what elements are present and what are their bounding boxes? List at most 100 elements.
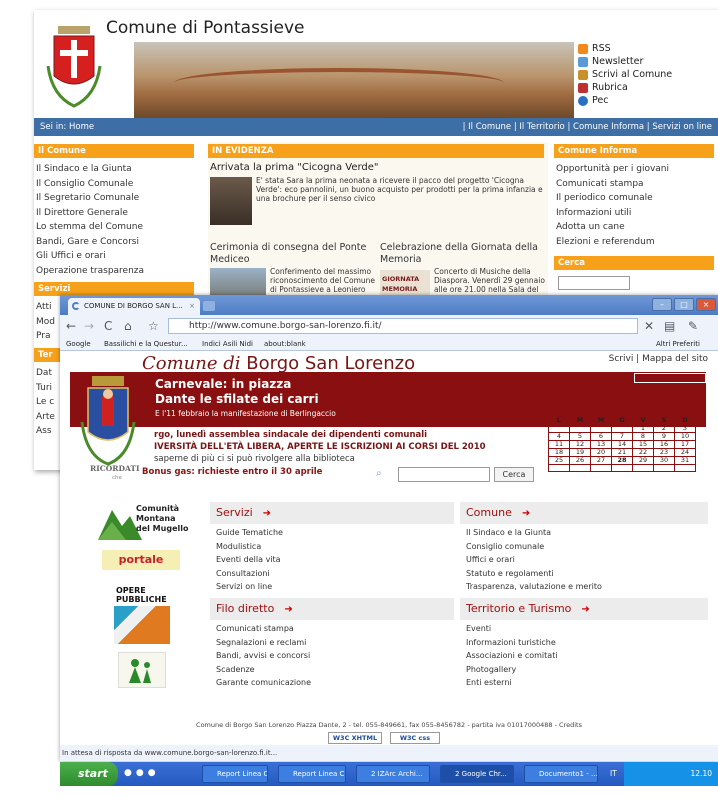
list-item[interactable]: Il Direttore Generale bbox=[36, 206, 196, 221]
list-item[interactable]: Il Segretario Comunale bbox=[36, 191, 196, 206]
maximize-button[interactable]: □ bbox=[674, 298, 694, 311]
reload-icon[interactable]: C bbox=[104, 318, 112, 334]
list-item[interactable]: Statuto e regolamenti bbox=[466, 567, 602, 581]
servizi-heading: Servizi bbox=[34, 282, 194, 296]
list-item[interactable]: Informazioni turistiche bbox=[466, 636, 558, 650]
list-item[interactable]: Guide Tematiche bbox=[216, 526, 283, 540]
new-tab-button[interactable] bbox=[203, 301, 215, 311]
list-item[interactable]: Le c bbox=[36, 395, 60, 410]
taskbar-button[interactable]: Report Linea C... bbox=[278, 765, 346, 783]
close-tab-icon[interactable]: × bbox=[189, 298, 195, 315]
people-logo[interactable] bbox=[118, 652, 166, 688]
list-item[interactable]: Gli Uffici e orari bbox=[36, 249, 196, 264]
list-item[interactable]: Associazioni e comitati bbox=[466, 649, 558, 663]
star-icon[interactable]: ☆ bbox=[148, 318, 159, 334]
list-item[interactable]: Arte bbox=[36, 410, 60, 425]
list-item[interactable]: Servizi on line bbox=[216, 580, 283, 594]
page-menu-icon[interactable]: ▤ bbox=[664, 318, 675, 334]
list-item[interactable]: Bandi, Gare e Concorsi bbox=[36, 235, 196, 250]
top-links[interactable]: Scrivi | Mappa del sito bbox=[609, 354, 708, 364]
taskbar-button[interactable]: Documento1 - ... bbox=[524, 765, 598, 783]
wrench-icon[interactable]: ✎ bbox=[688, 318, 698, 334]
search-input[interactable] bbox=[398, 467, 490, 482]
cerca-input[interactable] bbox=[558, 276, 630, 290]
back-icon[interactable]: ← bbox=[66, 318, 76, 334]
rss-link[interactable]: RSS bbox=[578, 42, 718, 55]
bonus-gas-news[interactable]: Bonus gas: richieste entro il 30 aprile bbox=[142, 467, 322, 477]
firefox-icon[interactable]: ● bbox=[136, 768, 148, 778]
news-line[interactable]: rgo, lunedì assemblea sindacale dei dipe… bbox=[154, 430, 427, 440]
list-item[interactable]: Enti esterni bbox=[466, 676, 558, 690]
news-title[interactable]: Arrivata la prima "Cicogna Verde" bbox=[210, 162, 379, 173]
opere-pubbliche-logo[interactable]: OPERE PUBBLICHE bbox=[114, 584, 170, 644]
newsletter-link[interactable]: Newsletter bbox=[578, 55, 718, 68]
news-title[interactable]: Celebrazione della Giornata della Memori… bbox=[380, 242, 548, 266]
filo-diretto-section-header[interactable]: Filo diretto ➜ bbox=[210, 598, 454, 620]
list-item[interactable]: Trasparenza, valutazione e merito bbox=[466, 580, 602, 594]
news-text: Conferimento del massimo riconoscimento … bbox=[270, 267, 376, 294]
territorio-section-header[interactable]: Territorio e Turismo ➜ bbox=[460, 598, 708, 620]
forward-icon[interactable]: → bbox=[84, 318, 94, 334]
top-nav[interactable]: | Il Comune | Il Territorio | Comune Inf… bbox=[463, 118, 712, 136]
taskbar-button[interactable]: Report Linea C... bbox=[202, 765, 268, 783]
list-item[interactable]: Il periodico comunale bbox=[556, 191, 716, 206]
list-item[interactable]: Opportunità per i giovani bbox=[556, 162, 716, 177]
news-title[interactable]: Cerimonia di consegna del Ponte Mediceo bbox=[210, 242, 380, 266]
list-item[interactable]: Lo stemma del Comune bbox=[36, 220, 196, 235]
browser-tab[interactable]: COMUNE DI BORGO SAN L... × bbox=[68, 298, 200, 315]
list-item[interactable]: Consultazioni bbox=[216, 567, 283, 581]
list-item[interactable]: Informazioni utili bbox=[556, 206, 716, 221]
other-bookmarks[interactable]: Altri Preferiti bbox=[656, 337, 700, 351]
close-window-button[interactable]: × bbox=[696, 298, 716, 311]
bookmark-bassilichi[interactable]: Bassilichi e la Questur... bbox=[104, 337, 188, 351]
comune-section-header[interactable]: Comune ➜ bbox=[460, 502, 708, 524]
start-button[interactable]: start bbox=[60, 762, 118, 786]
w3c-xhtml-badge[interactable]: W3C XHTML 1.0 bbox=[328, 732, 382, 744]
list-item[interactable]: Modulistica bbox=[216, 540, 283, 554]
language-indicator[interactable]: IT bbox=[610, 762, 617, 786]
list-item[interactable]: Scadenze bbox=[216, 663, 311, 677]
chrome-icon[interactable]: ● bbox=[124, 768, 136, 778]
list-item[interactable]: Photogallery bbox=[466, 663, 558, 677]
header-links: RSS Newsletter Scrivi al Comune Rubrica … bbox=[578, 42, 718, 107]
minimize-button[interactable]: – bbox=[652, 298, 672, 311]
list-item[interactable]: Uffici e orari bbox=[466, 553, 602, 567]
rubrica-link[interactable]: Rubrica bbox=[578, 81, 718, 94]
cerca-heading: Cerca bbox=[554, 256, 714, 270]
list-item[interactable]: Operazione trasparenza bbox=[36, 264, 196, 279]
bookmark-google[interactable]: Google bbox=[66, 337, 91, 351]
taskbar-button[interactable]: 2 IZArc Archi... bbox=[356, 765, 430, 783]
search-button[interactable]: Cerca bbox=[494, 467, 534, 482]
list-item[interactable]: Comunicati stampa bbox=[556, 177, 716, 192]
taskbar-button[interactable]: 2 Google Chr... bbox=[440, 765, 514, 783]
pec-link[interactable]: Pec bbox=[578, 94, 718, 107]
list-item[interactable]: Eventi della vita bbox=[216, 553, 283, 567]
w3c-css-badge[interactable]: W3C css bbox=[390, 732, 440, 744]
list-item[interactable]: Bandi, avvisi e concorsi bbox=[216, 649, 311, 663]
list-item[interactable]: Dat bbox=[36, 366, 60, 381]
ie-icon[interactable]: ● bbox=[148, 768, 160, 778]
breadcrumb[interactable]: Sei in: Home bbox=[40, 118, 94, 136]
clock[interactable]: 12.10 bbox=[691, 769, 712, 778]
list-item[interactable]: Il Sindaco e la Giunta bbox=[466, 526, 602, 540]
scrivi-link[interactable]: Scrivi al Comune bbox=[578, 68, 718, 81]
list-item[interactable]: Il Sindaco e la Giunta bbox=[36, 162, 196, 177]
news-line[interactable]: IVERSITÀ DELL'ETÀ LIBERA, APERTE LE ISCR… bbox=[154, 442, 486, 452]
bookmark-blank[interactable]: about:blank bbox=[264, 337, 306, 351]
home-icon[interactable]: ⌂ bbox=[124, 318, 132, 334]
list-item[interactable]: Garante comunicazione bbox=[216, 676, 311, 690]
list-item[interactable]: Ass bbox=[36, 424, 60, 439]
list-item[interactable]: Comunicati stampa bbox=[216, 622, 311, 636]
list-item[interactable]: Consiglio comunale bbox=[466, 540, 602, 554]
list-item[interactable]: Adotta un cane bbox=[556, 220, 716, 235]
list-item[interactable]: Eventi bbox=[466, 622, 558, 636]
list-item[interactable]: Il Consiglio Comunale bbox=[36, 177, 196, 192]
address-bar[interactable]: http://www.comune.borgo-san-lorenzo.fi.i… bbox=[168, 318, 638, 334]
servizi-section-header[interactable]: Servizi ➜ bbox=[210, 502, 454, 524]
stop-icon[interactable]: ✕ bbox=[644, 318, 654, 334]
list-item[interactable]: Segnalazioni e reclami bbox=[216, 636, 311, 650]
list-item[interactable]: Elezioni e referendum bbox=[556, 235, 716, 250]
portale-logo[interactable]: portale bbox=[102, 550, 180, 570]
list-item[interactable]: Turi bbox=[36, 381, 60, 396]
bookmark-asili[interactable]: Indici Asili Nidi bbox=[202, 337, 253, 351]
